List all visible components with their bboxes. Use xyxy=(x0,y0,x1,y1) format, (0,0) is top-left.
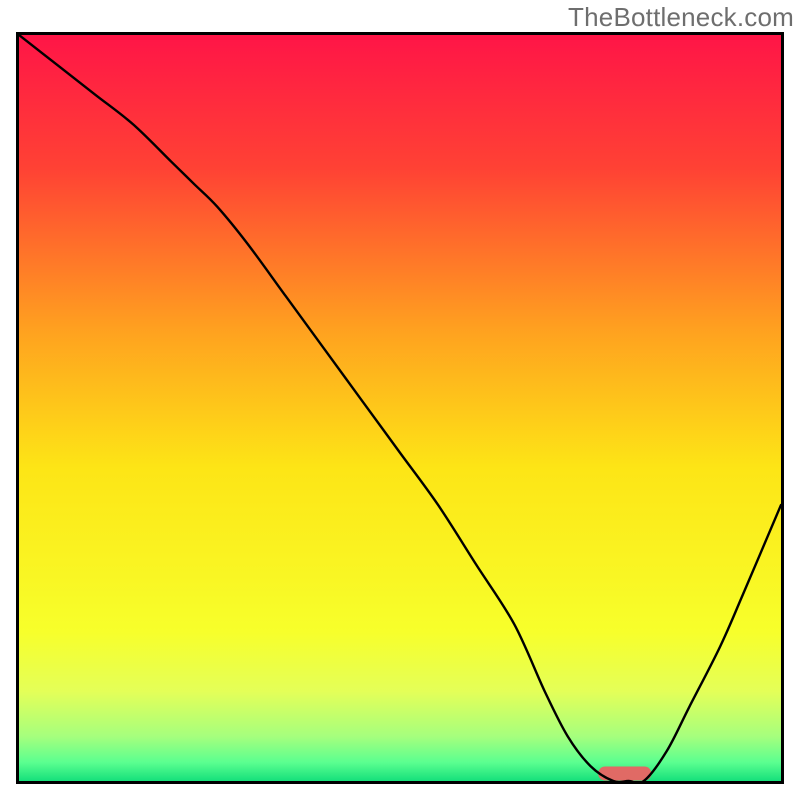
watermark-label: TheBottleneck.com xyxy=(568,2,794,33)
plot-area xyxy=(16,32,784,784)
chart-frame: TheBottleneck.com xyxy=(0,0,800,800)
background-gradient xyxy=(19,35,781,781)
chart-svg xyxy=(19,35,781,781)
